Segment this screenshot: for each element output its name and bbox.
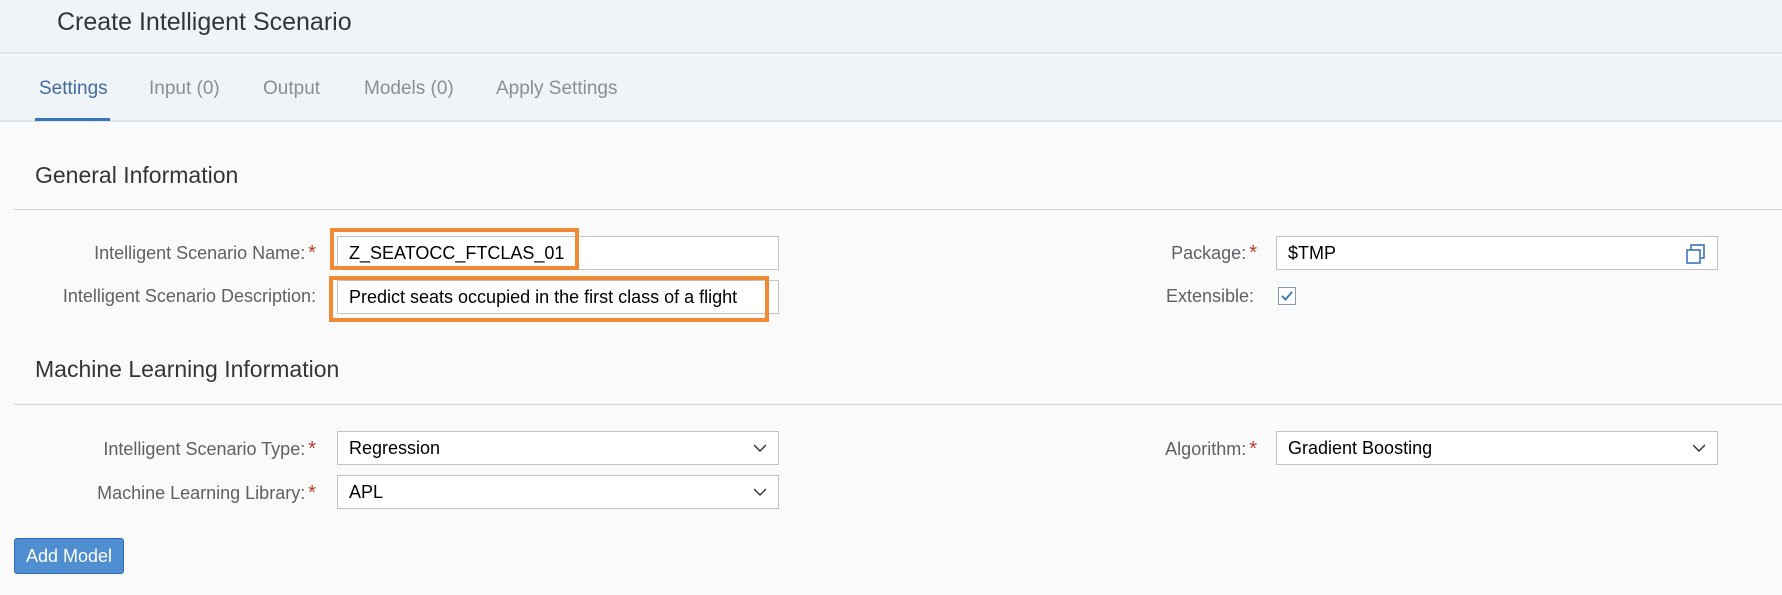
algorithm-label: Algorithm: *	[1165, 438, 1257, 460]
tab-input[interactable]: Input (0)	[149, 78, 220, 100]
required-marker: *	[308, 242, 316, 264]
ml-library-select[interactable]: APL	[337, 475, 779, 509]
ml-library-label: Machine Learning Library: *	[97, 482, 316, 504]
tab-models[interactable]: Models (0)	[364, 78, 454, 100]
value-help-icon[interactable]	[1685, 243, 1707, 265]
required-marker: *	[1249, 438, 1257, 460]
description-highlight-box	[329, 276, 769, 322]
ml-library-value: APL	[349, 482, 384, 502]
chevron-down-icon	[754, 444, 766, 453]
scenario-description-label: Intelligent Scenario Description:	[62, 286, 316, 306]
required-marker: *	[308, 482, 316, 504]
package-input[interactable]: $TMP	[1276, 236, 1718, 270]
scenario-name-label: Intelligent Scenario Name: *	[94, 242, 316, 264]
general-information-title: General Information	[35, 162, 239, 188]
page-title: Create Intelligent Scenario	[57, 8, 352, 36]
extensible-checkbox[interactable]	[1278, 287, 1296, 305]
algorithm-select[interactable]: Gradient Boosting	[1276, 431, 1718, 465]
tab-bar: Settings Input (0) Output Models (0) App…	[0, 56, 1782, 122]
section-divider	[14, 209, 1782, 210]
algorithm-value: Gradient Boosting	[1288, 438, 1433, 458]
ml-information-title: Machine Learning Information	[35, 356, 340, 382]
package-value: $TMP	[1288, 243, 1337, 263]
add-model-button[interactable]: Add Model	[14, 538, 124, 574]
package-label: Package: *	[1171, 242, 1257, 264]
chevron-down-icon	[754, 488, 766, 497]
tab-output[interactable]: Output	[263, 78, 320, 100]
name-highlight-box	[330, 228, 579, 270]
required-marker: *	[1249, 242, 1257, 264]
extensible-label: Extensible:	[1165, 286, 1254, 306]
tab-settings[interactable]: Settings	[39, 78, 108, 100]
tab-apply-settings[interactable]: Apply Settings	[496, 78, 617, 100]
scenario-type-value: Regression	[349, 438, 441, 458]
scenario-type-select[interactable]: Regression	[337, 431, 779, 465]
chevron-down-icon	[1693, 444, 1705, 453]
scenario-type-label: Intelligent Scenario Type: *	[103, 438, 316, 460]
required-marker: *	[308, 438, 316, 460]
section-divider	[14, 404, 1782, 405]
active-tab-indicator	[35, 118, 110, 121]
checkmark-icon	[1281, 291, 1293, 301]
page-header: Create Intelligent Scenario	[0, 0, 1782, 54]
